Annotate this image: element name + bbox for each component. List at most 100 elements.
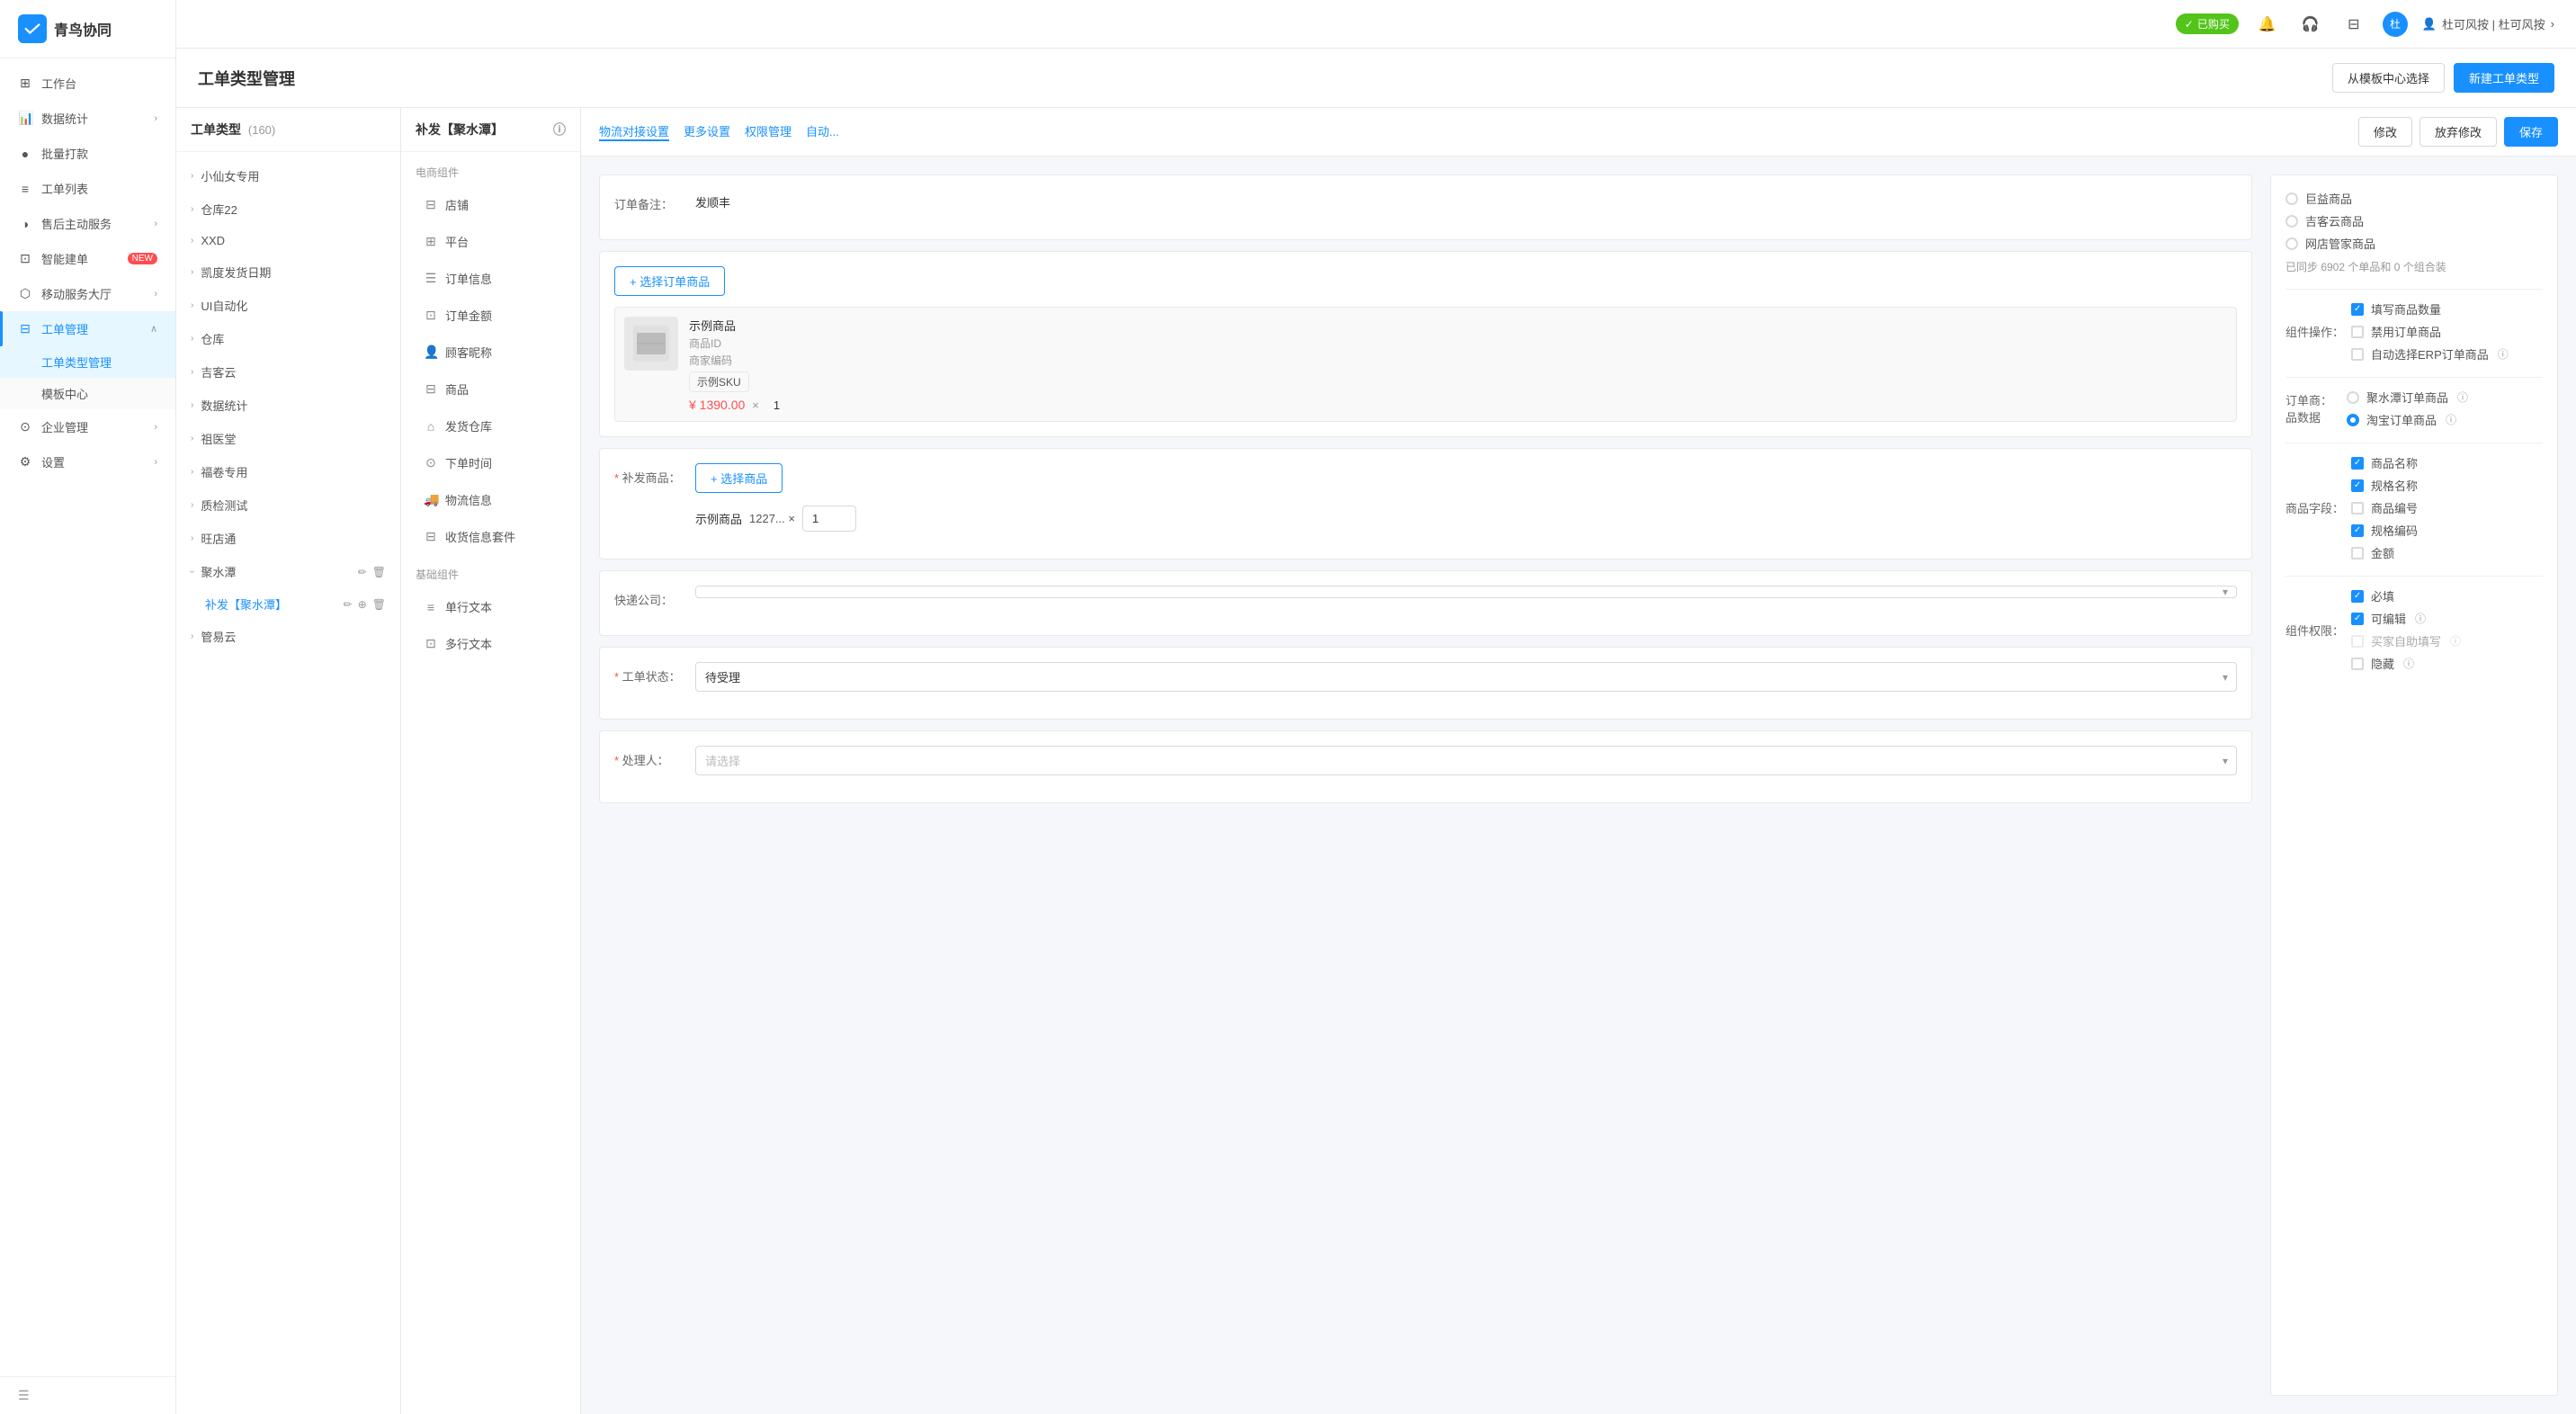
sidebar-item-batch-payment[interactable]: ● 批量打款 [0, 136, 175, 171]
delete-icon[interactable]: 🗑 [372, 532, 386, 545]
type-item[interactable]: › 福卷专用 ✏ 🗑 [176, 455, 400, 488]
component-item-delivery-info[interactable]: ⊟ 收货信息套件 [408, 519, 573, 554]
edit-icon[interactable]: ✏ [358, 203, 367, 216]
component-item-logistics-info[interactable]: 🚚 物流信息 [408, 482, 573, 517]
type-item[interactable]: › XXD ✏ 🗑 [176, 226, 400, 255]
delete-icon[interactable]: 🗑 [372, 598, 386, 611]
type-item[interactable]: › 仓库 ✏ 🗑 [176, 322, 400, 355]
component-item-order-time[interactable]: ⊙ 下单时间 [408, 445, 573, 480]
delete-icon[interactable]: 🗑 [372, 266, 386, 279]
edit-icon[interactable]: ✏ [358, 466, 367, 479]
checkbox-product-code[interactable]: 商品编号 [2351, 499, 2543, 516]
checkbox-hidden[interactable]: 隐藏 ⓘ [2351, 655, 2543, 672]
new-work-type-button[interactable]: 新建工单类型 [2454, 63, 2554, 93]
save-button[interactable]: 保存 [2504, 117, 2558, 147]
toolbar-link-more-settings[interactable]: 更多设置 [684, 122, 730, 141]
delete-icon[interactable]: 🗑 [372, 170, 386, 183]
delete-icon[interactable]: 🗑 [372, 235, 386, 247]
edit-icon[interactable]: ✏ [358, 499, 367, 512]
component-item-customer-nickname[interactable]: 👤 顾客昵称 [408, 335, 573, 370]
toolbar-link-logistics[interactable]: 物流对接设置 [599, 122, 669, 141]
express-select[interactable] [695, 586, 2237, 598]
component-item-multi-text[interactable]: ⊡ 多行文本 [408, 626, 573, 661]
checkbox-spec-name[interactable]: ✓ 规格名称 [2351, 477, 2543, 494]
edit-icon[interactable]: ✏ [358, 566, 367, 578]
type-item[interactable]: › 凯度发货日期 ✏ 🗑 [176, 255, 400, 289]
radio-item-jike-cloud[interactable]: 吉客云商品 [2285, 212, 2543, 229]
handler-select[interactable]: 请选择 [695, 746, 2237, 775]
discard-button[interactable]: 放弃修改 [2419, 117, 2497, 147]
sidebar-item-enterprise[interactable]: ⊙ 企业管理 › [0, 409, 175, 444]
delete-icon[interactable]: 🗑 [372, 433, 386, 445]
replenish-qty-input[interactable] [802, 506, 856, 532]
component-item-order-info[interactable]: ☰ 订单信息 [408, 261, 573, 296]
delete-icon[interactable]: 🗑 [372, 333, 386, 345]
checkbox-editable[interactable]: ✓ 可编辑 ⓘ [2351, 610, 2543, 627]
user-info[interactable]: 👤 杜可风按 | 杜可风按 › [2422, 15, 2554, 32]
edit-icon[interactable]: ✏ [358, 266, 367, 279]
edit-icon[interactable]: ✏ [358, 631, 367, 643]
radio-item-taobao[interactable]: 淘宝订单商品 ⓘ [2347, 411, 2543, 428]
sidebar-item-after-sales[interactable]: ◑ 售后主动服务 › [0, 206, 175, 241]
checkbox-auto-erp[interactable]: 自动选择ERP订单商品 ⓘ [2351, 345, 2543, 362]
type-item[interactable]: › 管易云 ✏ 🗑 [176, 620, 400, 653]
notification-button[interactable]: 🔔 [2253, 10, 2282, 39]
edit-icon[interactable]: ✏ [358, 170, 367, 183]
sidebar-item-work-list[interactable]: ≡ 工单列表 [0, 171, 175, 206]
from-template-button[interactable]: 从模板中心选择 [2332, 63, 2445, 93]
edit-icon[interactable]: ✏ [358, 433, 367, 445]
delete-icon[interactable]: 🗑 [372, 366, 386, 379]
edit-icon[interactable]: ✏ [344, 598, 353, 611]
component-item-order-amount[interactable]: ⊡ 订单金额 [408, 298, 573, 333]
delete-icon[interactable]: 🗑 [372, 499, 386, 512]
sidebar-sub-item-work-type-mgmt[interactable]: 工单类型管理 [0, 346, 175, 378]
type-item[interactable]: › 质检测试 ✏ 🗑 [176, 488, 400, 522]
toolbar-link-auto[interactable]: 自动... [806, 122, 839, 141]
add-order-product-button[interactable]: + 选择订单商品 [614, 266, 725, 296]
radio-item-online-store[interactable]: 网店管家商品 [2285, 235, 2543, 252]
collapse-button[interactable]: ☰ [18, 1388, 30, 1402]
sidebar-item-mobile-service[interactable]: ⬡ 移动服务大厅 › [0, 276, 175, 311]
delete-icon[interactable]: 🗑 [372, 566, 386, 578]
sidebar-item-work-mgmt[interactable]: ⊟ 工单管理 ∧ [0, 311, 175, 346]
radio-item-beneficial[interactable]: 巨益商品 [2285, 190, 2543, 207]
sub-type-item-bufa[interactable]: 补发【聚水潭】 ✏ ⊕ 🗑 [176, 588, 400, 620]
delete-icon[interactable]: 🗑 [372, 203, 386, 216]
sidebar-item-data-stats[interactable]: 📊 数据统计 › [0, 101, 175, 136]
edit-icon[interactable]: ✏ [358, 532, 367, 545]
copy-icon[interactable]: ⊕ [358, 598, 367, 611]
checkbox-spec-code[interactable]: ✓ 规格编码 [2351, 522, 2543, 539]
delete-icon[interactable]: 🗑 [372, 399, 386, 412]
sidebar-sub-item-template-center[interactable]: 模板中心 [0, 378, 175, 409]
checkbox-product-name[interactable]: ✓ 商品名称 [2351, 454, 2543, 471]
sidebar-item-smart-build[interactable]: ⊡ 智能建单 NEW [0, 241, 175, 276]
component-item-store[interactable]: ⊟ 店铺 [408, 187, 573, 222]
headset-button[interactable]: 🎧 [2296, 10, 2325, 39]
type-item[interactable]: › 仓库22 ✏ 🗑 [176, 192, 400, 226]
sidebar-item-workbench[interactable]: ⊞ 工作台 [0, 66, 175, 101]
sidebar-item-settings[interactable]: ⚙ 设置 › [0, 444, 175, 479]
choose-product-button[interactable]: + 选择商品 [695, 463, 783, 493]
edit-icon[interactable]: ✏ [358, 333, 367, 345]
radio-item-jushuitan[interactable]: 聚水潭订单商品 ⓘ [2347, 389, 2543, 406]
checkbox-required[interactable]: ✓ 必填 [2351, 587, 2543, 604]
screen-button[interactable]: ⊟ [2339, 10, 2368, 39]
checkbox-disable-order[interactable]: 禁用订单商品 [2351, 323, 2543, 340]
type-item[interactable]: › 旺店通 ✏ 🗑 [176, 522, 400, 555]
checkbox-fill-qty[interactable]: ✓ 填写商品数量 [2351, 300, 2543, 318]
component-item-single-text[interactable]: ≡ 单行文本 [408, 589, 573, 624]
type-item[interactable]: › UI自动化 ✏ 🗑 [176, 289, 400, 322]
edit-icon[interactable]: ✏ [358, 399, 367, 412]
work-status-select[interactable]: 待受理 [695, 662, 2237, 692]
edit-icon[interactable]: ✏ [358, 235, 367, 247]
component-item-product[interactable]: ⊟ 商品 [408, 371, 573, 407]
checkbox-amount[interactable]: 金额 [2351, 544, 2543, 561]
edit-icon[interactable]: ✏ [358, 300, 367, 312]
type-item[interactable]: › 吉客云 ✏ 🗑 [176, 355, 400, 389]
type-item[interactable]: › 数据统计 ✏ 🗑 [176, 389, 400, 422]
edit-icon[interactable]: ✏ [358, 366, 367, 379]
component-item-platform[interactable]: ⊞ 平台 [408, 224, 573, 259]
toolbar-link-permission-mgmt[interactable]: 权限管理 [745, 122, 792, 141]
type-item[interactable]: › 祖医堂 ✏ 🗑 [176, 422, 400, 455]
type-item[interactable]: › 小仙女专用 ✏ 🗑 [176, 159, 400, 192]
